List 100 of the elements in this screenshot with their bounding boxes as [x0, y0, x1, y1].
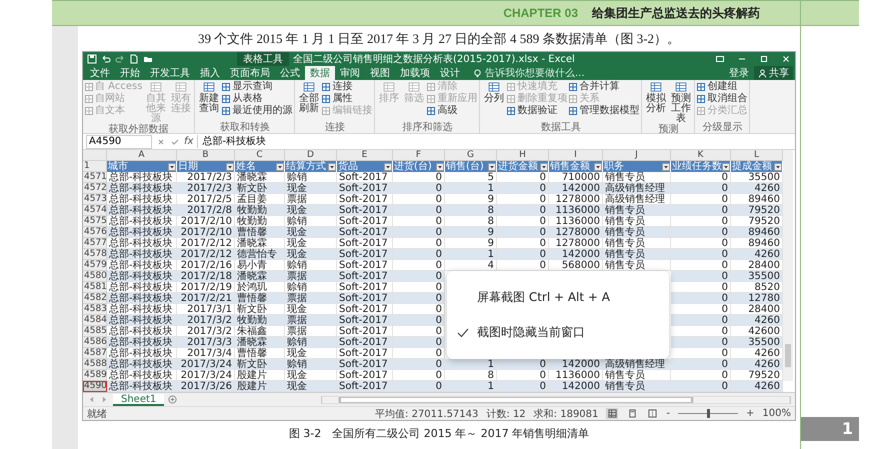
view-button[interactable]	[646, 408, 658, 419]
ribbon-button[interactable]: 高级	[427, 105, 478, 117]
row-number[interactable]: 4586	[83, 337, 107, 348]
ribbon-tab[interactable]: 数据	[305, 66, 335, 80]
insert-function-button[interactable]: fx	[184, 136, 194, 147]
row-number[interactable]: 4588	[83, 359, 107, 370]
row-number[interactable]: 4577	[83, 238, 107, 249]
row-number[interactable]: 4571	[83, 172, 107, 183]
column-letter[interactable]: E	[337, 150, 393, 161]
row-number[interactable]: 4585	[83, 326, 107, 337]
formula-field[interactable]: 总部-科技板块	[197, 135, 792, 148]
ribbon-tab[interactable]: 视图	[365, 66, 395, 80]
new-file-icon[interactable]	[129, 54, 139, 64]
share-button[interactable]: 共享	[754, 66, 793, 80]
status-statistic: 平均值: 27011.57143	[375, 408, 478, 420]
ribbon-button[interactable]: 新建查询	[197, 81, 220, 122]
zoom-slider-thumb[interactable]	[707, 409, 710, 418]
name-box[interactable]: A4590	[86, 134, 152, 148]
sheet-tab[interactable]: Sheet1	[113, 394, 164, 406]
ribbon-button[interactable]: 预测工作表	[669, 81, 692, 124]
filter-dropdown-button[interactable]	[488, 162, 496, 170]
sign-in-link[interactable]: 登录	[724, 66, 754, 80]
filter-dropdown-button[interactable]	[540, 162, 548, 170]
ribbon-button[interactable]: 连接	[322, 81, 372, 93]
ribbon-button[interactable]: 创建组	[697, 81, 748, 93]
filter-dropdown-button[interactable]	[226, 162, 234, 170]
enter-icon[interactable]	[170, 136, 180, 146]
ribbon-button[interactable]: 数据验证	[507, 105, 568, 117]
row-number[interactable]: 4576	[83, 227, 107, 238]
ribbon-tab[interactable]: 审阅	[335, 66, 365, 80]
ribbon-button[interactable]: 取消组合	[697, 93, 748, 105]
row-number[interactable]: 4587	[83, 348, 107, 359]
undo-icon[interactable]	[101, 54, 111, 64]
row-number[interactable]: 4573	[83, 194, 107, 205]
filter-dropdown-button[interactable]	[436, 162, 444, 170]
close-icon[interactable]	[781, 54, 791, 64]
ribbon-tab[interactable]: 加载项	[395, 66, 435, 80]
ribbon-button[interactable]: 合并计算	[569, 81, 640, 93]
menu-item[interactable]: 截图时隐藏当前窗口	[457, 324, 659, 341]
filter-dropdown-button[interactable]	[276, 162, 284, 170]
row-number[interactable]: 4572	[83, 183, 107, 194]
ribbon-tab[interactable]: 页面布局	[225, 66, 275, 80]
column-letter[interactable]: H	[497, 150, 549, 161]
row-number[interactable]: 1	[83, 161, 107, 172]
ribbon-button[interactable]: 模拟分析	[644, 81, 668, 124]
ribbon-tab[interactable]: 设计	[435, 66, 465, 80]
row-number[interactable]: 4583	[83, 304, 107, 315]
ribbon-tab[interactable]: 开发工具	[145, 66, 195, 80]
column-letter[interactable]: F	[393, 150, 445, 161]
column-letter[interactable]: J	[603, 150, 671, 161]
maximize-icon[interactable]	[759, 54, 769, 64]
column-letter[interactable]: K	[671, 150, 731, 161]
row-number[interactable]: 4580	[83, 271, 107, 282]
row-number[interactable]: 4589	[83, 370, 107, 381]
row-number[interactable]: 4582	[83, 293, 107, 304]
filter-dropdown-button[interactable]	[168, 162, 176, 170]
column-letter[interactable]: D	[285, 150, 337, 161]
filter-dropdown-button[interactable]	[774, 162, 782, 170]
ribbon-button[interactable]: 分列	[482, 81, 506, 122]
ribbon-button[interactable]: 全部刷新	[297, 81, 320, 122]
filter-dropdown-button[interactable]	[662, 162, 670, 170]
row-number[interactable]: 4578	[83, 249, 107, 260]
ribbon-button[interactable]: 最近使用的源	[222, 105, 292, 117]
redo-icon[interactable]	[115, 54, 125, 64]
row-number[interactable]: 4581	[83, 282, 107, 293]
column-letter[interactable]: L	[731, 150, 783, 161]
vertical-scrollbar[interactable]	[783, 150, 793, 381]
row-number[interactable]: 4579	[83, 260, 107, 271]
ribbon-button[interactable]: 属性	[322, 93, 372, 105]
cancel-icon[interactable]	[156, 136, 166, 146]
zoom-in-button[interactable]: +	[746, 408, 754, 419]
row-number[interactable]: 4574	[83, 205, 107, 216]
column-letter[interactable]: C	[235, 150, 285, 161]
filter-dropdown-button[interactable]	[594, 162, 602, 170]
table-icon	[569, 83, 578, 91]
ribbon-tab[interactable]: 公式	[275, 66, 305, 80]
filter-dropdown-button[interactable]	[722, 162, 730, 170]
save-icon[interactable]	[87, 54, 97, 64]
view-button[interactable]	[606, 408, 618, 419]
add-sheet-icon[interactable]	[168, 395, 178, 404]
header-text: 进货(台)	[394, 161, 432, 172]
zoom-out-button[interactable]: -	[666, 408, 670, 419]
row-number[interactable]: 4584	[83, 315, 107, 326]
ribbon-button[interactable]: 显示查询	[222, 81, 292, 93]
filter-dropdown-button[interactable]	[328, 162, 336, 170]
column-letter[interactable]: I	[549, 150, 603, 161]
folder-icon[interactable]	[143, 54, 153, 64]
ribbon-display-icon[interactable]	[715, 54, 725, 64]
ribbon-tab[interactable]: 文件	[85, 66, 115, 80]
ribbon-button[interactable]: 管理数据模型	[569, 105, 640, 117]
ribbon-tab[interactable]: 插入	[195, 66, 225, 80]
ribbon-tab[interactable]: 开始	[115, 66, 145, 80]
row-number[interactable]: 4575	[83, 216, 107, 227]
column-letter[interactable]: A	[107, 150, 177, 161]
horizontal-scrollbar[interactable]	[321, 396, 791, 404]
column-letter[interactable]: G	[445, 150, 497, 161]
menu-item[interactable]: 屏幕截图 Ctrl + Alt + A	[457, 289, 659, 306]
column-letter[interactable]: B	[177, 150, 235, 161]
filter-dropdown-button[interactable]	[384, 162, 392, 170]
ribbon-button[interactable]: 从表格	[222, 93, 292, 105]
